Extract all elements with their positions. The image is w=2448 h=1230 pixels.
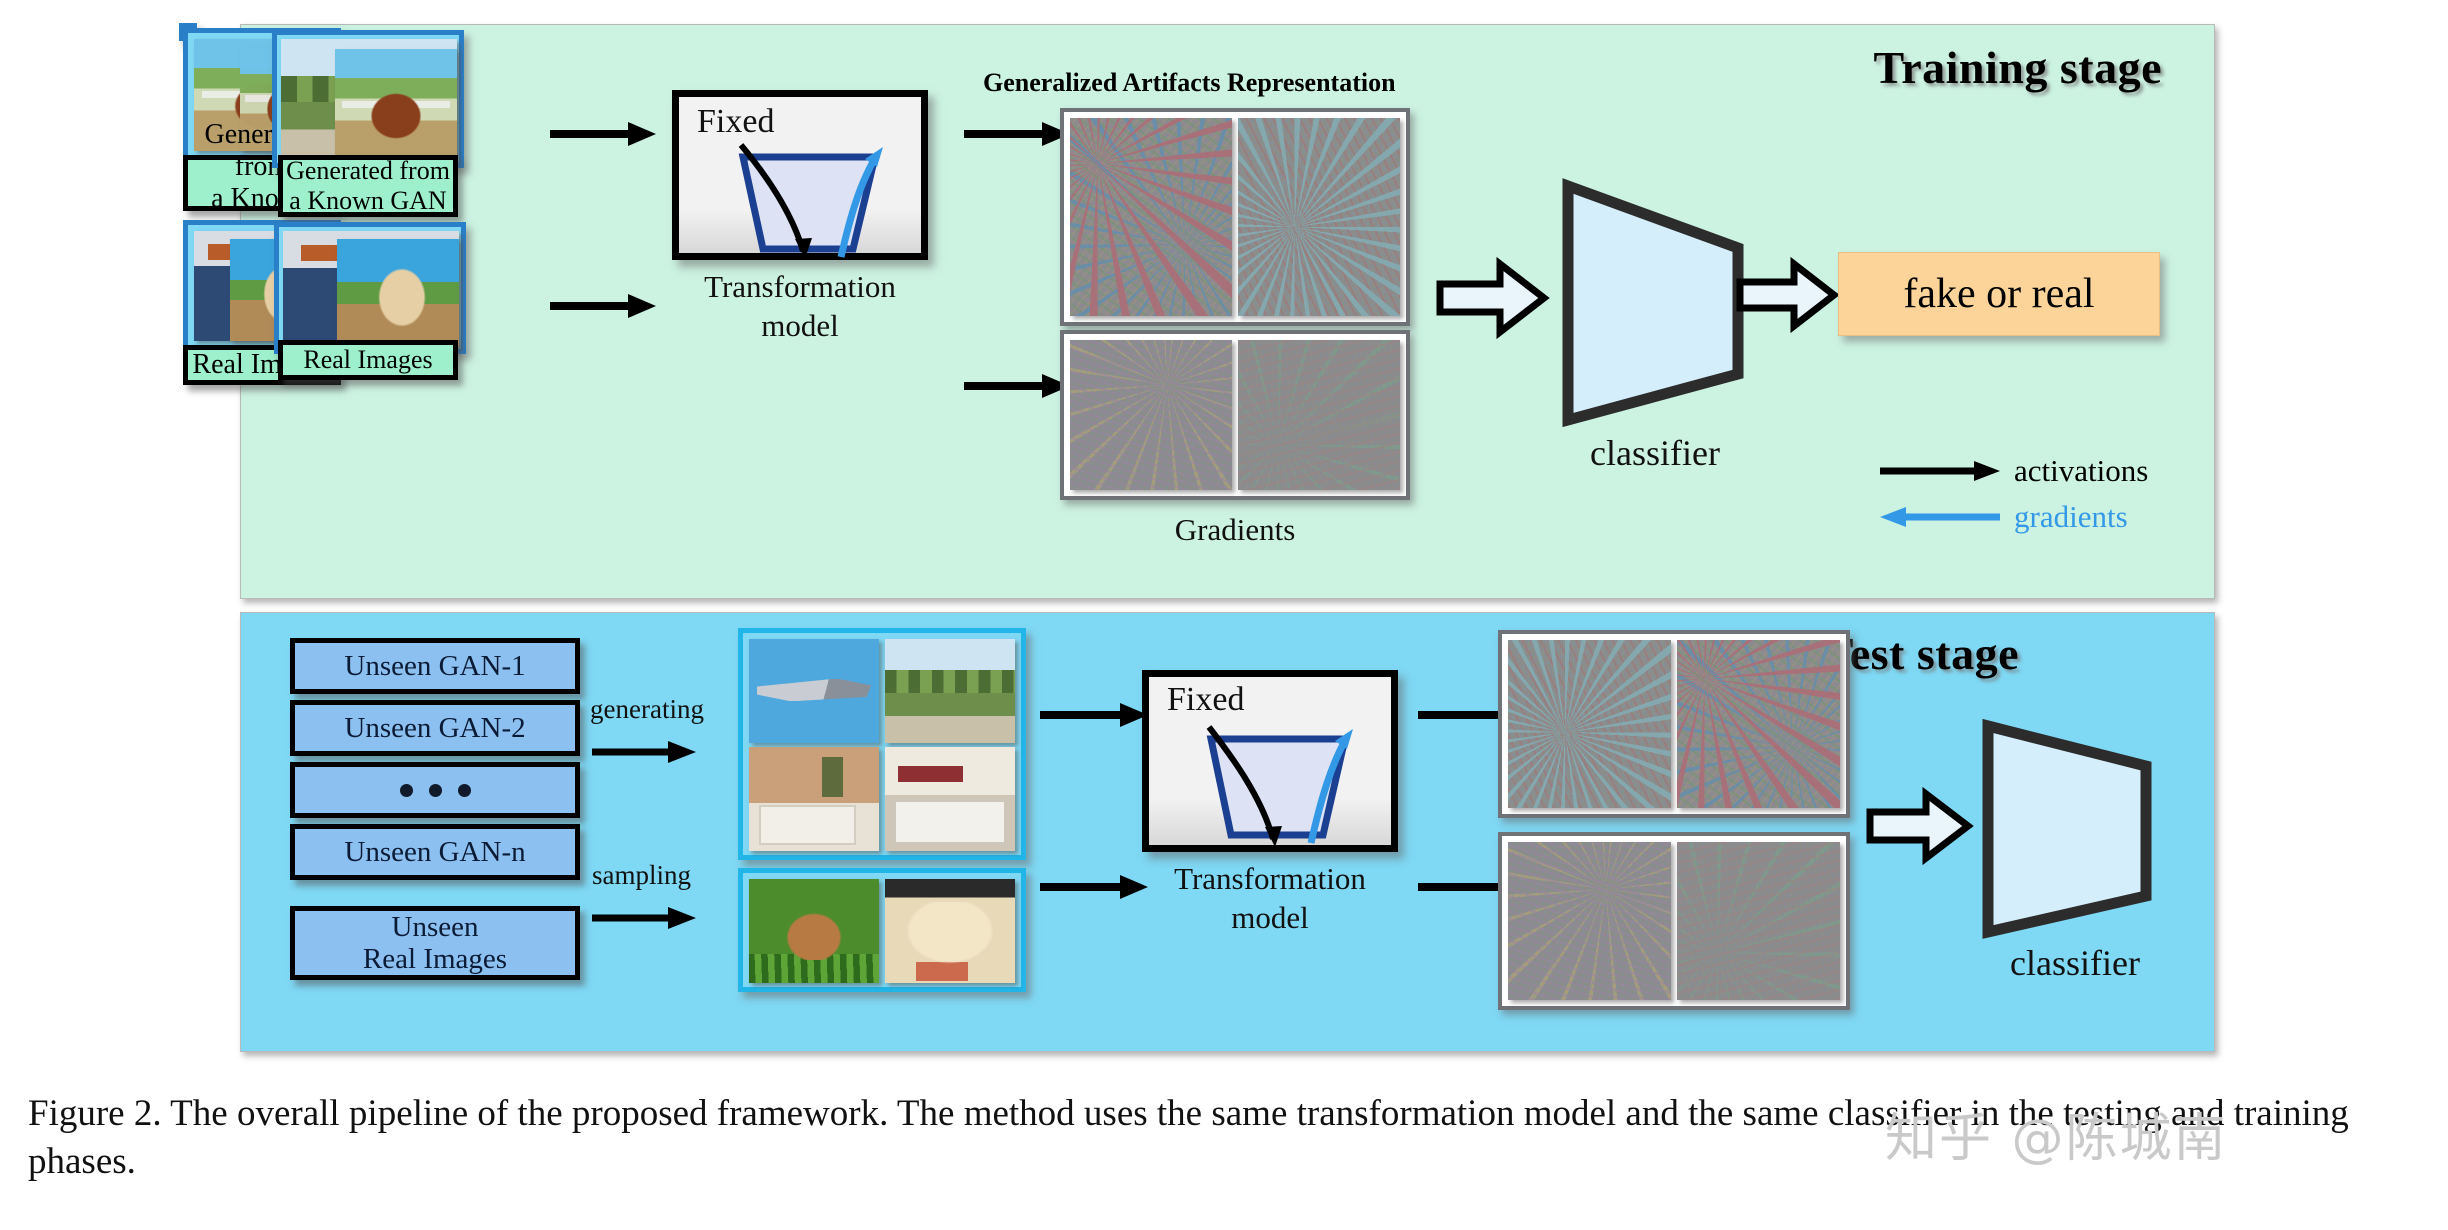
- arrow-right-icon: [964, 374, 1070, 398]
- legend-row-gradients: gradients: [1880, 494, 2148, 540]
- test-artifacts-grid-top: [1498, 630, 1850, 818]
- unseen-gan-1-box[interactable]: Unseen GAN-1: [290, 638, 580, 694]
- arrow-right-icon: [1040, 875, 1148, 899]
- tm-caption-line1: Transformation: [704, 269, 896, 304]
- unseen-real-line2: Real Images: [362, 943, 508, 975]
- unseen-gan-1-label: Unseen GAN-1: [344, 649, 526, 682]
- test-classifier-shape: [1982, 718, 2152, 939]
- training-classifier-shape: [1562, 178, 1744, 428]
- test-transformation-model-caption: Transformation model: [1142, 860, 1398, 938]
- fake-or-real-output-box: fake or real: [1838, 252, 2160, 336]
- photo-dog: [885, 879, 1015, 983]
- legend-label-gradients: gradients: [2014, 499, 2128, 534]
- legend-row-activations: activations: [1880, 448, 2148, 494]
- training-real-photo: [274, 222, 466, 354]
- block-arrow-right-icon: [1436, 256, 1550, 340]
- photo-bedroom: [885, 747, 1015, 851]
- noise-tile: [1070, 118, 1232, 316]
- arrow-right-icon: [550, 122, 656, 146]
- funnel-icon: [738, 143, 883, 259]
- noise-tile: [1070, 340, 1232, 490]
- photo-room: [749, 747, 879, 851]
- tm-caption-line2: model: [1231, 899, 1309, 935]
- noise-tile: [1238, 118, 1400, 316]
- figure-canvas: Training stage Generated from a Known GA…: [0, 0, 2448, 1230]
- training-classifier-label: classifier: [1590, 433, 1720, 473]
- noise-tile: [1508, 640, 1671, 808]
- training-generated-photo: [272, 30, 464, 168]
- legend-label-activations: activations: [2014, 453, 2149, 488]
- legend: activations gradients: [1880, 448, 2148, 540]
- generated-caption-line1: Generated from: [286, 156, 450, 186]
- training-real-caption: Real Images: [278, 340, 458, 380]
- arrow-right-icon: [592, 907, 696, 929]
- unseen-real-line1: Unseen: [391, 910, 479, 943]
- unseen-real-images-box[interactable]: Unseen Real Images: [290, 906, 580, 980]
- noise-tile: [1238, 340, 1400, 490]
- photo-landscape: [885, 639, 1015, 743]
- training-transformation-model-box: Fixed: [672, 90, 928, 260]
- unseen-gan-ellipsis-box: [290, 762, 580, 818]
- generating-label: generating: [590, 694, 704, 724]
- ellipsis-dots-icon: [399, 783, 471, 797]
- real-test-images-grid: [738, 868, 1026, 992]
- noise-tile: [1508, 842, 1671, 1000]
- fixed-label: Fixed: [1167, 681, 1245, 718]
- training-transformation-model-caption: Transformation model: [672, 268, 928, 346]
- funnel-icon: [1206, 725, 1353, 847]
- noise-tile: [1677, 640, 1840, 808]
- training-stage-title: Training stage: [1873, 42, 2162, 93]
- arrow-right-icon: [592, 741, 696, 763]
- artifacts-representation-grid: [1060, 108, 1410, 326]
- photo-horse-rider: [335, 49, 457, 161]
- gradients-grid: [1060, 330, 1410, 500]
- unseen-gan-2-box[interactable]: Unseen GAN-2: [290, 700, 580, 756]
- block-arrow-right-icon: [1736, 256, 1840, 334]
- fake-or-real-label: fake or real: [1903, 271, 2095, 317]
- training-generated-caption: Generated from a Known GAN: [278, 155, 458, 217]
- representation-header: Generalized Artifacts Representation: [983, 68, 1396, 97]
- generated-caption-line2: a Known GAN: [289, 186, 447, 215]
- photo-rabbit: [749, 879, 879, 983]
- unseen-gan-2-label: Unseen GAN-2: [344, 711, 526, 744]
- tm-caption-line1: Transformation: [1174, 861, 1366, 896]
- noise-tile: [1677, 842, 1840, 1000]
- figure-caption: Figure 2. The overall pipeline of the pr…: [28, 1093, 2349, 1183]
- arrow-left-icon: [1880, 507, 2000, 527]
- real-images-label: Real Images: [303, 345, 433, 375]
- test-classifier-label: classifier: [2010, 943, 2140, 983]
- photo-airplane: [749, 639, 879, 743]
- photo-horse-field: [337, 239, 459, 347]
- gradients-label: Gradients: [1174, 512, 1296, 547]
- arrow-right-icon: [550, 294, 656, 318]
- test-artifacts-grid-bottom: [1498, 832, 1850, 1010]
- sampling-label: sampling: [592, 860, 691, 890]
- arrow-right-icon: [964, 122, 1070, 146]
- unseen-gan-n-label: Unseen GAN-n: [344, 835, 526, 868]
- tm-caption-line2: model: [761, 307, 839, 343]
- unseen-gan-n-box[interactable]: Unseen GAN-n: [290, 824, 580, 880]
- test-transformation-model-box: Fixed: [1142, 670, 1398, 852]
- generated-test-images-grid: [738, 628, 1026, 860]
- arrow-right-icon: [1880, 461, 2000, 481]
- block-arrow-right-icon: [1866, 786, 1974, 866]
- arrow-right-icon: [1040, 703, 1148, 727]
- test-stage-title: Test stage: [1822, 628, 2019, 679]
- fixed-label: Fixed: [697, 103, 775, 140]
